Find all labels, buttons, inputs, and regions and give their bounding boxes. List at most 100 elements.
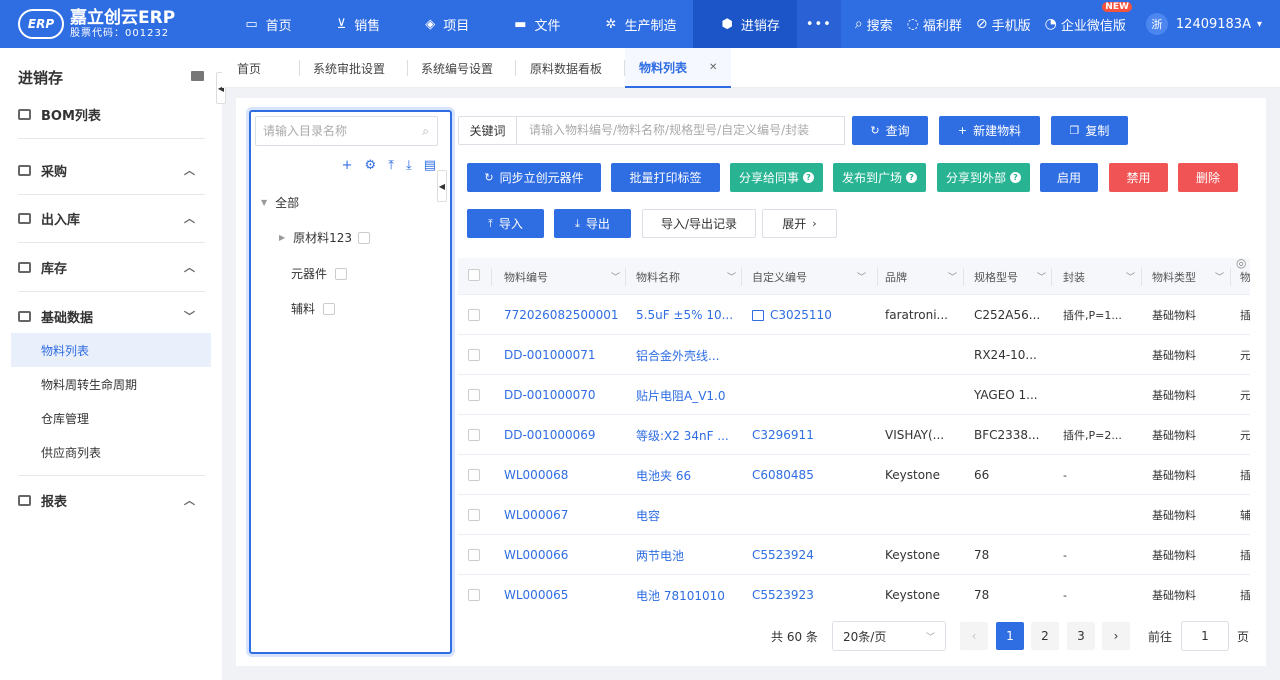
tree-checkbox[interactable] <box>358 231 371 244</box>
column-header-type[interactable]: 物料类型 ﹀ <box>1152 258 1232 295</box>
column-header-custom[interactable]: 自定义编号 ﹀ <box>752 258 874 295</box>
cell-code[interactable]: DD-001000069 <box>504 415 628 455</box>
expand-button[interactable]: 展开 › <box>762 209 837 238</box>
cell-code[interactable]: WL000067 <box>504 495 628 535</box>
table-row[interactable]: DD-001000071 铝合金外壳线... RX24-10... 基础物料 元 <box>458 335 1250 375</box>
cell-custom[interactable]: C5523924 <box>752 535 874 575</box>
select-all-checkbox[interactable] <box>468 269 480 281</box>
cell-name[interactable]: 铝合金外壳线... <box>636 335 744 375</box>
export-button[interactable]: ⤓ 导出 <box>554 209 631 238</box>
tree-node-raw-material[interactable]: ▶ 原材料123 <box>279 229 371 246</box>
sidebar-item-supplier[interactable]: 供应商列表 <box>11 435 211 469</box>
upload-icon[interactable]: ⤒ <box>388 158 394 173</box>
page-button[interactable]: 2 <box>1031 622 1059 650</box>
cell-custom[interactable]: C3296911 <box>752 415 874 455</box>
tab-approval-settings[interactable]: 系统审批设置 <box>313 48 385 88</box>
sidebar-item-inout[interactable]: 出入库 ︿ <box>18 194 205 242</box>
cell-code[interactable]: DD-001000071 <box>504 335 628 375</box>
tree-checkbox[interactable] <box>323 302 336 315</box>
tree-search-input[interactable]: 请输入目录名称 ⌕ <box>255 116 438 146</box>
cell-code[interactable]: WL000065 <box>504 575 628 606</box>
row-checkbox[interactable] <box>468 589 480 601</box>
cell-custom[interactable] <box>752 375 874 415</box>
tab-numbering-settings[interactable]: 系统编号设置 <box>421 48 493 88</box>
settings-icon[interactable]: ⚙ <box>365 158 377 173</box>
sync-components-button[interactable]: ↻ 同步立创元器件 <box>467 163 601 192</box>
import-button[interactable]: ⤒ 导入 <box>467 209 544 238</box>
tree-node-accessories[interactable]: 辅料 <box>291 300 336 317</box>
table-row[interactable]: 772026082500001 5.5uF ±5% 10... C3025110 fa… <box>458 295 1250 335</box>
cell-code[interactable]: DD-001000070 <box>504 375 628 415</box>
row-checkbox[interactable] <box>468 389 480 401</box>
row-checkbox[interactable] <box>468 469 480 481</box>
cell-name[interactable]: 贴片电阻A_V1.0 <box>636 375 744 415</box>
tab-home[interactable]: 首页 <box>237 48 261 88</box>
row-checkbox[interactable] <box>468 549 480 561</box>
publish-square-button[interactable]: 发布到广场? <box>833 163 926 192</box>
column-header-code[interactable]: 物料编号 ﹀ <box>504 258 628 295</box>
tab-material-dashboard[interactable]: 原料数据看板 <box>530 48 602 88</box>
prev-page-button[interactable]: ‹ <box>960 622 988 650</box>
page-size-select[interactable]: 20条/页 ﹀ <box>832 621 946 651</box>
mobile-tool[interactable]: ⊘ 手机版 <box>976 15 1031 34</box>
nav-home[interactable]: ▭ 首页 <box>217 0 308 48</box>
tree-checkbox[interactable] <box>335 267 348 280</box>
cell-code[interactable]: WL000066 <box>504 535 628 575</box>
tab-material-list[interactable]: 物料列表 ✕ <box>625 48 731 88</box>
sidebar-item-bom[interactable]: BOM列表 <box>18 90 205 138</box>
keyboard-icon[interactable] <box>191 71 204 81</box>
row-checkbox[interactable] <box>468 509 480 521</box>
sidebar-item-material-lifecycle[interactable]: 物料周转生命周期 <box>11 367 211 401</box>
nav-manufacturing[interactable]: ✲ 生产制造 <box>578 0 694 48</box>
cell-custom[interactable]: C6080485 <box>752 455 874 495</box>
enable-button[interactable]: 启用 <box>1040 163 1098 192</box>
batch-print-button[interactable]: 批量打印标签 <box>611 163 720 192</box>
column-header-brand[interactable]: 品牌 ﹀ <box>885 258 965 295</box>
nav-more-button[interactable]: ••• <box>796 0 841 48</box>
cell-custom[interactable] <box>752 335 874 375</box>
share-colleague-button[interactable]: 分享给同事? <box>730 163 823 192</box>
column-header-spec[interactable]: 规格型号 ﹀ <box>974 258 1054 295</box>
nav-inventory[interactable]: ⬢ 进销存 <box>693 0 797 48</box>
page-button[interactable]: 1 <box>996 622 1024 650</box>
tree-node-components[interactable]: 元器件 <box>291 265 348 282</box>
disable-button[interactable]: 禁用 <box>1109 163 1168 192</box>
row-checkbox[interactable] <box>468 309 480 321</box>
table-row[interactable]: DD-001000069 等级:X2 34nF ... C3296911 VISHAY… <box>458 415 1250 455</box>
cell-name[interactable]: 等级:X2 34nF ... <box>636 415 744 455</box>
tree-node-root[interactable]: ▼ 全部 <box>261 194 299 211</box>
sidebar-item-warehouse[interactable]: 仓库管理 <box>11 401 211 435</box>
cell-custom[interactable]: C3025110 <box>752 295 874 335</box>
next-page-button[interactable]: › <box>1102 622 1130 650</box>
wecom-tool[interactable]: ◔ 企业微信版 NEW <box>1045 1 1132 34</box>
cell-name[interactable]: 电容 <box>636 495 744 535</box>
logo[interactable]: ERP 嘉立创云ERP 股票代码：001232 <box>0 0 217 48</box>
add-icon[interactable]: + <box>342 158 353 173</box>
nav-project[interactable]: ◈ 项目 <box>397 0 486 48</box>
sidebar-item-purchase[interactable]: 采购 ︿ <box>18 146 205 194</box>
share-external-button[interactable]: 分享到外部? <box>937 163 1030 192</box>
sidebar-item-report[interactable]: 报表 ︿ <box>18 476 205 524</box>
nav-files[interactable]: ▬ 文件 <box>486 0 577 48</box>
column-header-package[interactable]: 封装 ﹀ <box>1063 258 1143 295</box>
goto-page-input[interactable]: 1 <box>1181 621 1229 651</box>
search-tool[interactable]: ⌕ 搜索 <box>855 15 893 34</box>
query-button[interactable]: ↻ 查询 <box>852 116 928 145</box>
column-header-name[interactable]: 物料名称 ﹀ <box>636 258 744 295</box>
user-menu[interactable]: 浙 12409183A ▾ <box>1145 13 1262 35</box>
copy-button[interactable]: ❐ 复制 <box>1051 116 1128 145</box>
cell-custom[interactable] <box>752 495 874 535</box>
table-row[interactable]: WL000068 电池夹 66 C6080485 Keystone 66 - 基础物料 插 <box>458 455 1250 495</box>
document-icon[interactable]: ▤ <box>424 158 436 173</box>
row-checkbox[interactable] <box>468 429 480 441</box>
table-row[interactable]: WL000065 电池 78101010 C5523923 Keystone 78 - 基础… <box>458 575 1250 606</box>
download-icon[interactable]: ⤓ <box>406 158 412 173</box>
sidebar-item-material-list[interactable]: 物料列表 <box>11 333 211 367</box>
close-icon[interactable]: ✕ <box>709 62 717 73</box>
cell-name[interactable]: 电池 78101010 <box>636 575 744 606</box>
table-row[interactable]: WL000067 电容 基础物料 辅 <box>458 495 1250 535</box>
table-row[interactable]: WL000066 两节电池 C5523924 Keystone 78 - 基础物料 插 <box>458 535 1250 575</box>
keyword-input[interactable]: 请输入物料编号/物料名称/规格型号/自定义编号/封装 <box>516 116 845 145</box>
tree-collapse-button[interactable]: ◀ <box>437 170 447 202</box>
cell-code[interactable]: WL000068 <box>504 455 628 495</box>
